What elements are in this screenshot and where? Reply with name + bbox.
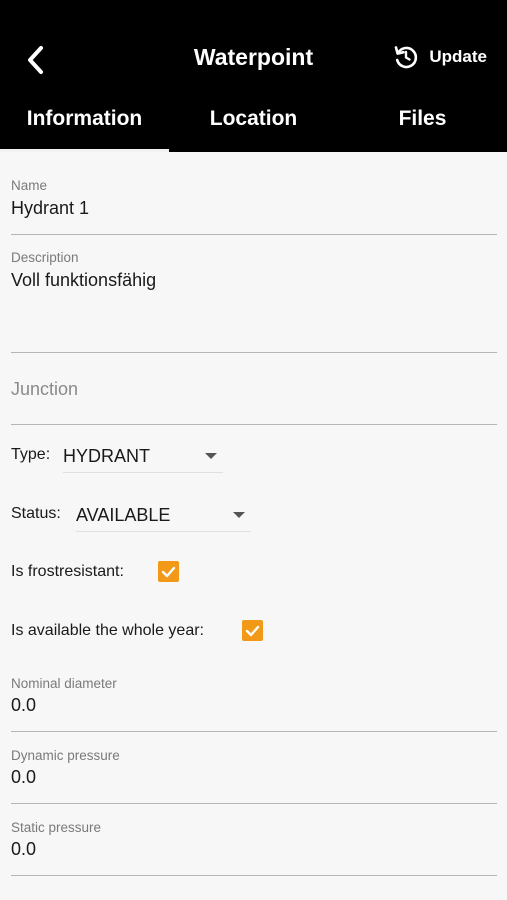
static-pressure-value: 0.0 [11, 839, 37, 859]
tab-bar: Information Location Files [0, 96, 507, 152]
tab-files[interactable]: Files [338, 96, 507, 152]
available-year-row: Is available the whole year: [11, 619, 204, 643]
type-row: Type: [11, 442, 50, 468]
status-label: Status: [11, 505, 61, 522]
nominal-diameter-label: Nominal diameter [11, 676, 117, 691]
tab-location[interactable]: Location [169, 96, 338, 152]
description-value: Voll funktionsfähig [11, 270, 157, 290]
description-label: Description [11, 250, 79, 265]
static-pressure-label: Static pressure [11, 820, 102, 835]
back-button[interactable] [18, 40, 54, 80]
name-field[interactable]: Name Hydrant 1 [11, 170, 497, 235]
dynamic-pressure-label: Dynamic pressure [11, 748, 120, 763]
caret-down-icon [205, 453, 217, 459]
frostresistant-checkbox[interactable] [158, 561, 179, 582]
app-header: Waterpoint Update Information Location F… [0, 0, 507, 152]
name-label: Name [11, 178, 48, 193]
refresh-icon [395, 46, 418, 69]
junction-placeholder: Junction [11, 379, 79, 399]
chevron-left-icon [28, 46, 43, 74]
dynamic-pressure-field[interactable]: Dynamic pressure 0.0 [11, 739, 497, 804]
nominal-diameter-field[interactable]: Nominal diameter 0.0 [11, 667, 497, 732]
type-select[interactable]: HYDRANT [63, 440, 223, 473]
junction-field[interactable]: Junction [11, 370, 497, 425]
status-value: AVAILABLE [76, 504, 171, 525]
status-select[interactable]: AVAILABLE [76, 499, 251, 532]
static-pressure-field[interactable]: Static pressure 0.0 [11, 811, 497, 876]
dynamic-pressure-value: 0.0 [11, 767, 37, 787]
update-button[interactable]: Update [393, 44, 487, 70]
nominal-diameter-value: 0.0 [11, 695, 37, 715]
caret-down-icon [233, 512, 245, 518]
frostresistant-label: Is frostresistant: [11, 563, 124, 580]
description-field[interactable]: Description Voll funktionsfähig [11, 242, 497, 353]
type-label: Type: [11, 446, 51, 463]
checkmark-icon [161, 566, 176, 577]
checkmark-icon [245, 625, 260, 636]
status-row: Status: [11, 501, 61, 527]
update-label: Update [429, 47, 487, 66]
frostresistant-row: Is frostresistant: [11, 560, 124, 584]
tab-information[interactable]: Information [0, 96, 169, 152]
available-year-checkbox[interactable] [242, 620, 263, 641]
name-value: Hydrant 1 [11, 198, 90, 218]
type-value: HYDRANT [63, 445, 151, 466]
available-year-label: Is available the whole year: [11, 622, 204, 639]
